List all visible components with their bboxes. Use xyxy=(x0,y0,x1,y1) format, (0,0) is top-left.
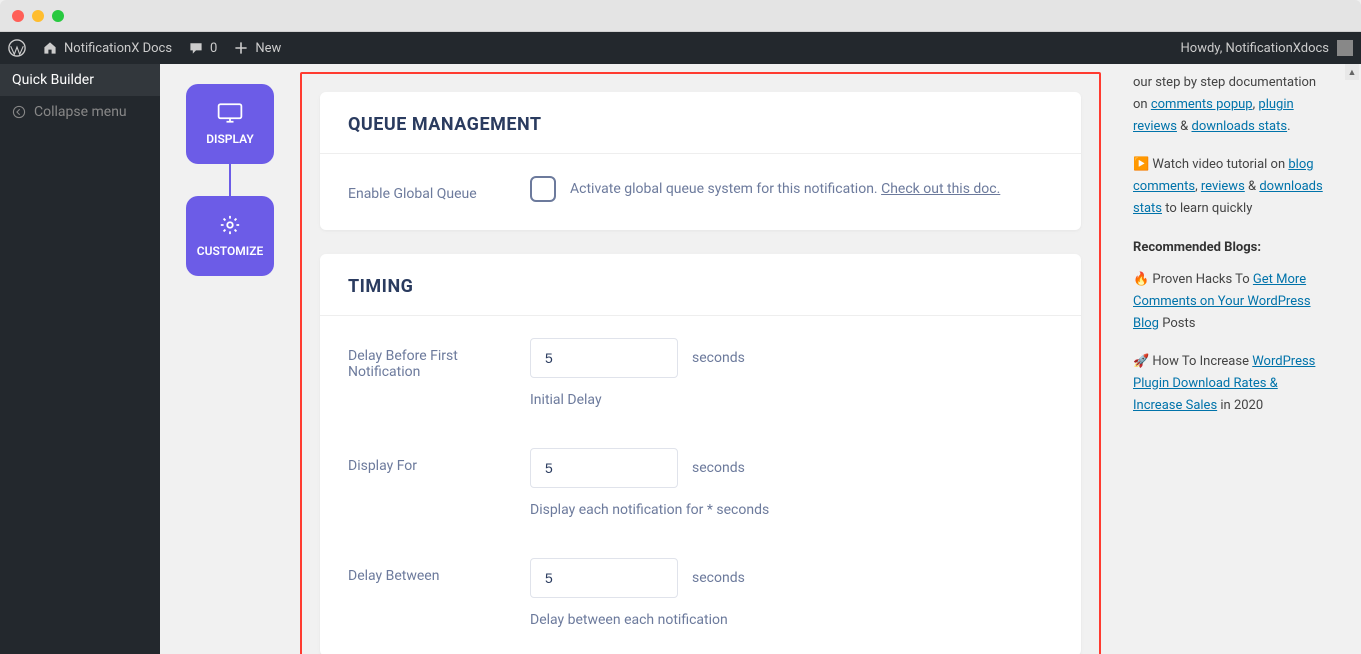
rec-blog-2: 🚀 How To Increase WordPress Plugin Downl… xyxy=(1133,351,1329,417)
main-content: DISPLAY CUSTOMIZE QUEUE MANAGEMENT xyxy=(160,64,1361,654)
gear-icon xyxy=(216,214,244,236)
right-help-sidebar: our step by step documentation on commen… xyxy=(1121,64,1341,441)
enable-global-queue-label: Enable Global Queue xyxy=(348,176,498,202)
collapse-label: Collapse menu xyxy=(34,104,127,120)
sidebar-item-label: Quick Builder xyxy=(12,72,94,88)
new-link[interactable]: New xyxy=(233,40,281,56)
window-close-button[interactable] xyxy=(12,10,24,22)
chevron-left-circle-icon xyxy=(12,105,26,119)
new-label: New xyxy=(255,41,281,56)
browser-chrome xyxy=(0,0,1361,32)
step-display-label: DISPLAY xyxy=(206,132,254,146)
display-icon xyxy=(216,102,244,124)
window-minimize-button[interactable] xyxy=(32,10,44,22)
queue-management-card: QUEUE MANAGEMENT Enable Global Queue Act… xyxy=(320,92,1081,230)
collapse-menu-button[interactable]: Collapse menu xyxy=(0,96,160,128)
enable-global-queue-desc: Activate global queue system for this no… xyxy=(570,181,1000,197)
step-customize[interactable]: CUSTOMIZE xyxy=(186,196,274,276)
delay-between-input[interactable] xyxy=(530,558,678,598)
step-customize-label: CUSTOMIZE xyxy=(197,244,264,258)
timing-title: TIMING xyxy=(348,276,1053,297)
delay-before-help: Initial Delay xyxy=(530,392,1053,408)
site-link[interactable]: NotificationX Docs xyxy=(42,40,172,56)
link-comments-popup[interactable]: comments popup xyxy=(1151,97,1253,112)
settings-panel-highlighted: QUEUE MANAGEMENT Enable Global Queue Act… xyxy=(300,72,1101,654)
sidebar-item-quick-builder[interactable]: Quick Builder xyxy=(0,64,160,96)
link-reviews[interactable]: reviews xyxy=(1201,179,1245,194)
delay-before-input[interactable] xyxy=(530,338,678,378)
delay-between-help: Delay between each notification xyxy=(530,612,1053,628)
enable-global-queue-checkbox[interactable] xyxy=(530,176,556,202)
display-for-help: Display each notification for * seconds xyxy=(530,502,1053,518)
play-icon: ▶️ xyxy=(1133,157,1149,172)
video-intro: Watch video tutorial on xyxy=(1149,157,1288,172)
wp-admin-sidebar: Quick Builder Collapse menu xyxy=(0,64,160,654)
site-title: NotificationX Docs xyxy=(64,41,172,56)
scroll-up-arrow[interactable]: ▲ xyxy=(1345,64,1359,80)
window-maximize-button[interactable] xyxy=(52,10,64,22)
queue-title: QUEUE MANAGEMENT xyxy=(348,114,1053,135)
display-for-input[interactable] xyxy=(530,448,678,488)
home-icon xyxy=(42,40,58,56)
link-downloads-stats[interactable]: downloads stats xyxy=(1191,119,1287,134)
wp-logo[interactable] xyxy=(8,39,26,57)
timing-card: TIMING Delay Before First Notification s… xyxy=(320,254,1081,654)
video-links-block: ▶️ Watch video tutorial on blog comments… xyxy=(1133,154,1329,220)
display-for-label: Display For xyxy=(348,448,498,474)
comment-icon xyxy=(188,40,204,56)
delay-before-label: Delay Before First Notification xyxy=(348,338,498,380)
step-display[interactable]: DISPLAY xyxy=(186,84,274,164)
step-connector xyxy=(229,164,231,196)
delay-before-unit: seconds xyxy=(692,350,745,366)
delay-between-unit: seconds xyxy=(692,570,745,586)
avatar[interactable] xyxy=(1337,40,1353,56)
scrollbar[interactable]: ▲ xyxy=(1345,64,1359,654)
rec-blog-1: 🔥 Proven Hacks To Get More Comments on Y… xyxy=(1133,269,1329,335)
fire-icon: 🔥 xyxy=(1133,272,1149,287)
doc-links-block: our step by step documentation on commen… xyxy=(1133,72,1329,138)
wordpress-icon xyxy=(8,39,26,57)
comments-count: 0 xyxy=(210,41,217,56)
queue-desc-text: Activate global queue system for this no… xyxy=(570,181,881,197)
builder-steps: DISPLAY CUSTOMIZE xyxy=(180,64,280,276)
delay-between-label: Delay Between xyxy=(348,558,498,584)
howdy-text[interactable]: Howdy, NotificationXdocs xyxy=(1181,41,1329,56)
rocket-icon: 🚀 xyxy=(1133,354,1149,369)
queue-doc-link[interactable]: Check out this doc. xyxy=(881,181,1000,197)
comments-link[interactable]: 0 xyxy=(188,40,217,56)
plus-icon xyxy=(233,40,249,56)
recommended-blogs-heading: Recommended Blogs: xyxy=(1133,237,1329,259)
display-for-unit: seconds xyxy=(692,460,745,476)
wp-admin-bar: NotificationX Docs 0 New Howdy, Notifica… xyxy=(0,32,1361,64)
